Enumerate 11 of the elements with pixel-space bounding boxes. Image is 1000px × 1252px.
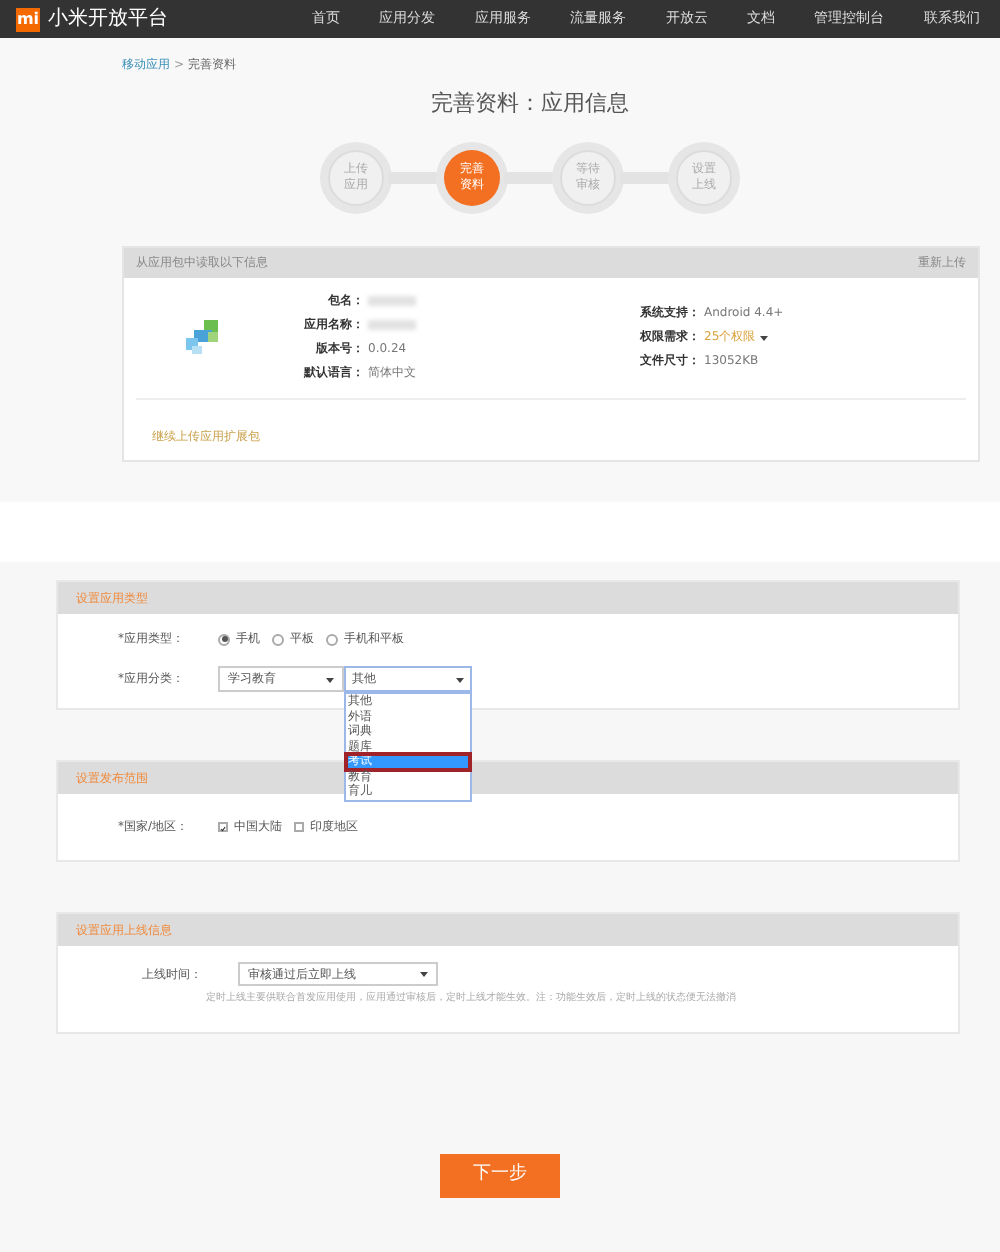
app-icon: [186, 319, 222, 355]
redacted-value: [368, 320, 416, 330]
page-title: 完善资料：应用信息: [431, 88, 629, 120]
caret-icon: [759, 333, 768, 341]
check-icon: [220, 824, 226, 834]
logo-icon: mi: [16, 7, 40, 31]
caret-icon: [420, 970, 428, 978]
caret-icon: [456, 675, 464, 683]
redacted-value: [368, 296, 416, 306]
caret-icon: [326, 675, 334, 683]
site-title: 小米开放平台: [48, 5, 170, 34]
